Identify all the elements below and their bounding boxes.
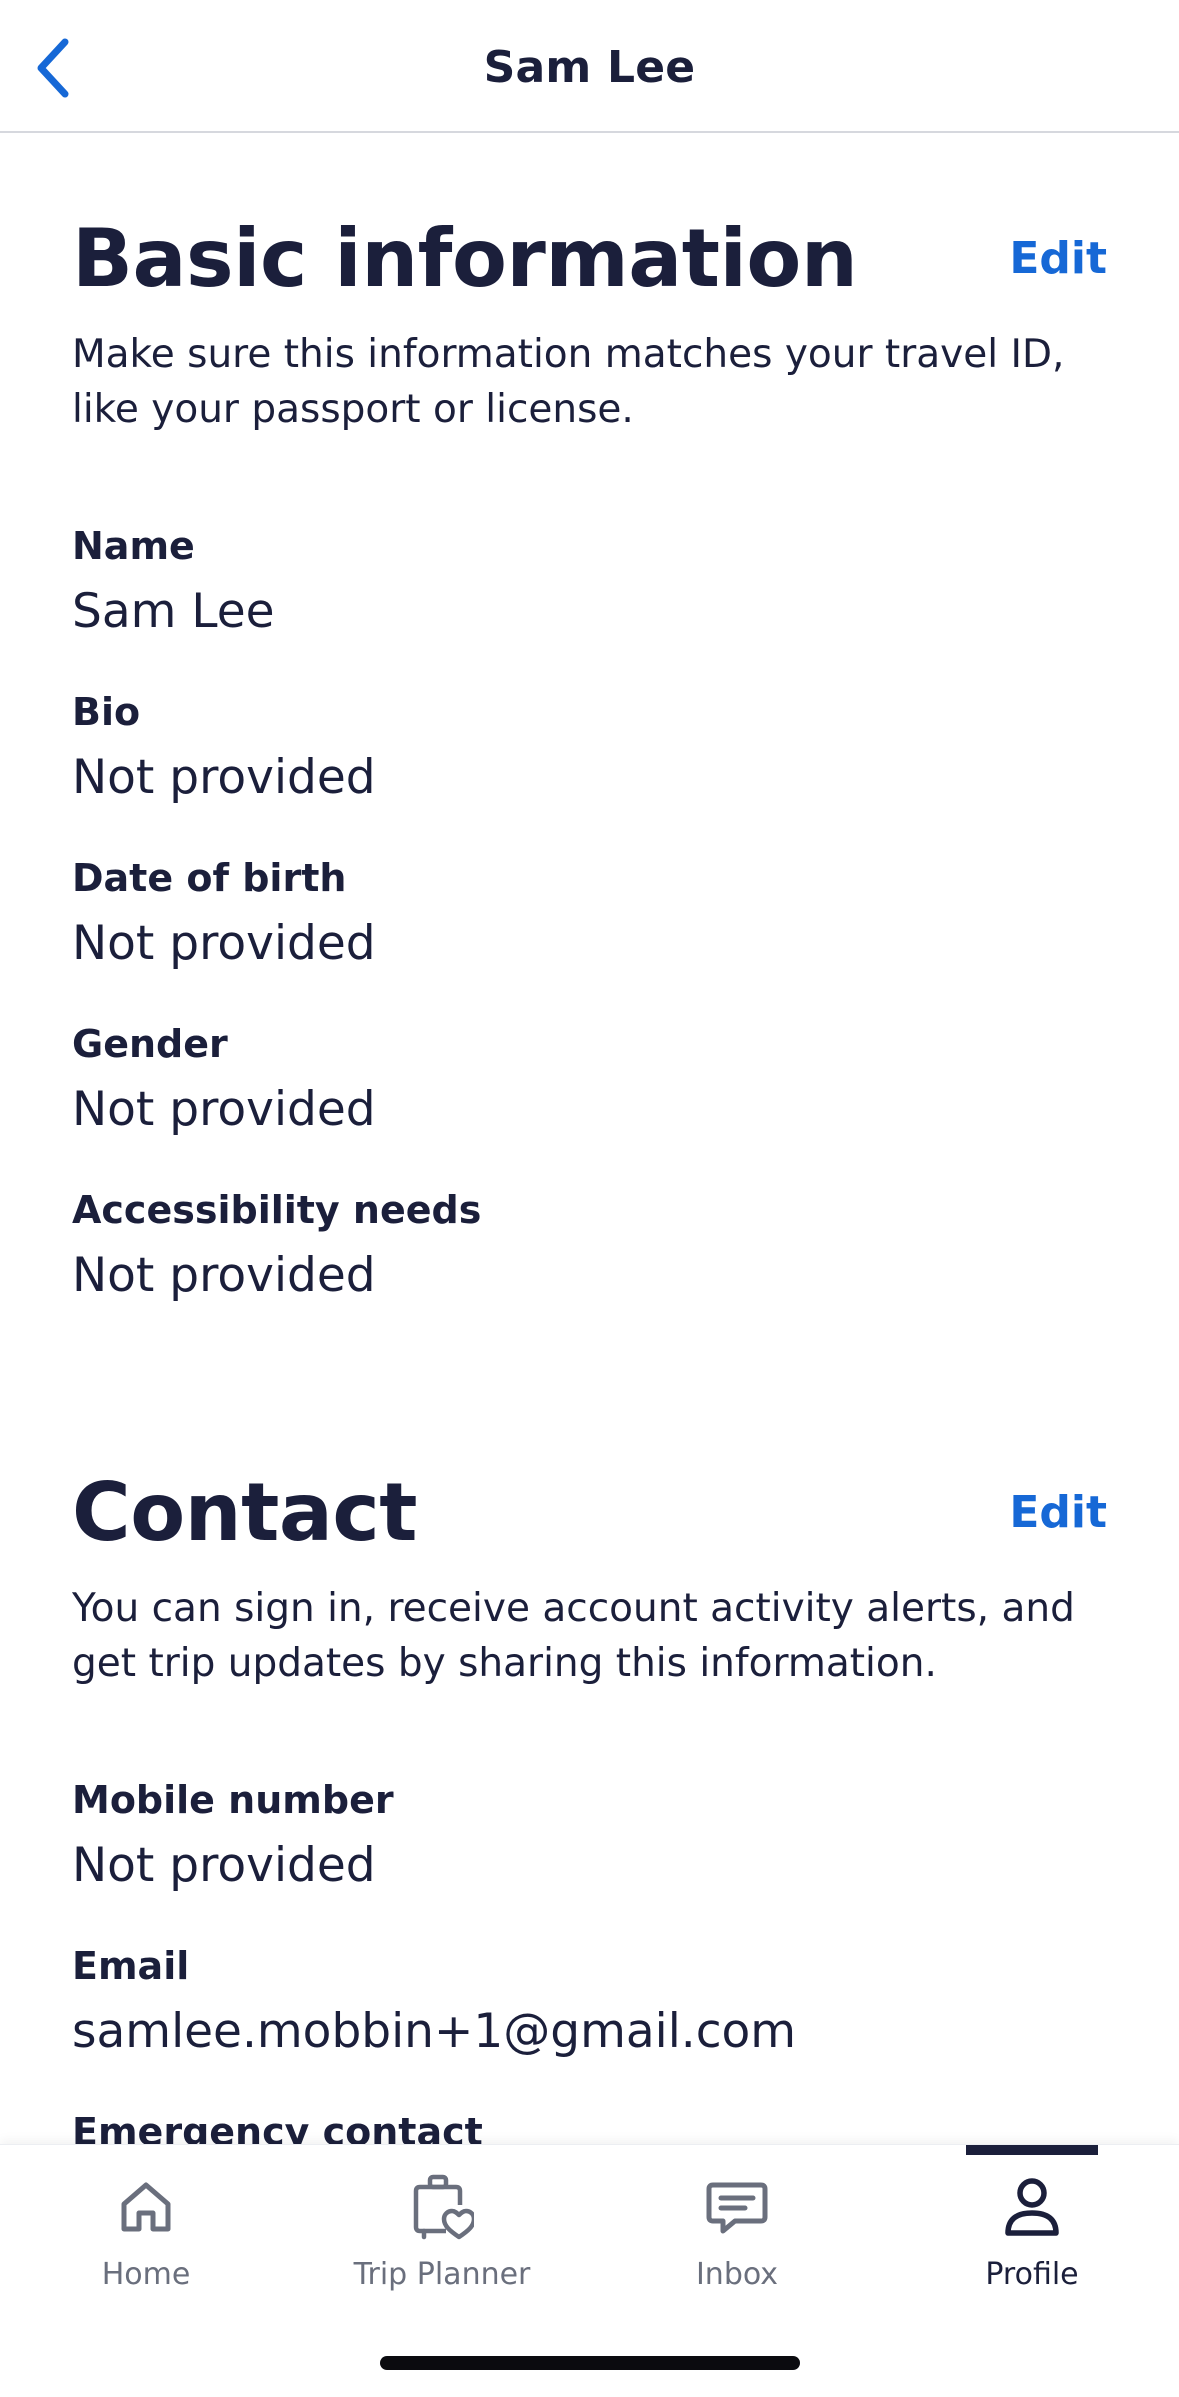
- edit-basic-information-button[interactable]: Edit: [1009, 233, 1107, 284]
- bottom-tab-bar: Home Trip Planner Inbox Profile: [0, 2144, 1179, 2397]
- field-label: Name: [72, 524, 195, 568]
- emergency-contact-field: Emergency contact: [72, 2109, 1107, 2145]
- tab-label: Trip Planner: [353, 2257, 531, 2292]
- field-label: Date of birth: [72, 856, 347, 900]
- contact-heading: Contact: [72, 1466, 418, 1559]
- date-of-birth-field: Date of birth Not provided: [72, 855, 1107, 973]
- basic-information-description: Make sure this information matches your …: [72, 332, 1065, 432]
- field-label: Mobile number: [72, 1778, 394, 1822]
- field-value: Not provided: [72, 1248, 376, 1303]
- person-icon: [996, 2171, 1068, 2243]
- field-label: Gender: [72, 1022, 228, 1066]
- field-value: Not provided: [72, 1838, 376, 1893]
- field-value: Not provided: [72, 916, 376, 971]
- page-title: Sam Lee: [483, 42, 696, 93]
- tab-profile[interactable]: Profile: [917, 2145, 1147, 2295]
- chat-bubble-icon: [701, 2171, 773, 2243]
- edit-contact-button[interactable]: Edit: [1009, 1487, 1107, 1538]
- field-label: Emergency contact: [72, 2110, 483, 2145]
- contact-description: You can sign in, receive account activit…: [72, 1586, 1075, 1686]
- field-label: Accessibility needs: [72, 1188, 482, 1232]
- name-field: Name Sam Lee: [72, 523, 1107, 641]
- tab-inbox[interactable]: Inbox: [622, 2145, 852, 2295]
- field-value: Not provided: [72, 750, 376, 805]
- bio-field: Bio Not provided: [72, 689, 1107, 807]
- accessibility-needs-field: Accessibility needs Not provided: [72, 1187, 1107, 1305]
- tab-trip-planner[interactable]: Trip Planner: [327, 2145, 557, 2295]
- contact-section: Contact Edit You can sign in, receive ac…: [72, 1466, 1107, 2146]
- field-value: Not provided: [72, 1082, 376, 1137]
- top-navigation-bar: Sam Lee: [0, 0, 1179, 133]
- gender-field: Gender Not provided: [72, 1021, 1107, 1139]
- mobile-number-field: Mobile number Not provided: [72, 1777, 1107, 1895]
- field-label: Bio: [72, 690, 141, 734]
- field-label: Email: [72, 1944, 190, 1988]
- basic-information-heading: Basic information: [72, 212, 858, 305]
- home-indicator: [380, 2356, 800, 2370]
- home-icon: [110, 2171, 182, 2243]
- tab-home[interactable]: Home: [31, 2145, 261, 2295]
- tab-label: Home: [101, 2257, 191, 2292]
- email-field: Email samlee.mobbin+1@gmail.com: [72, 1943, 1107, 2061]
- basic-information-section: Basic information Edit Make sure this in…: [72, 215, 1107, 1415]
- tab-label: Profile: [985, 2257, 1079, 2292]
- profile-details-scroll[interactable]: Basic information Edit Make sure this in…: [0, 135, 1179, 2146]
- tab-label: Inbox: [695, 2257, 779, 2292]
- suitcase-heart-icon: [406, 2171, 478, 2243]
- field-value: samlee.mobbin+1@gmail.com: [72, 2004, 797, 2059]
- field-value: Sam Lee: [72, 584, 275, 639]
